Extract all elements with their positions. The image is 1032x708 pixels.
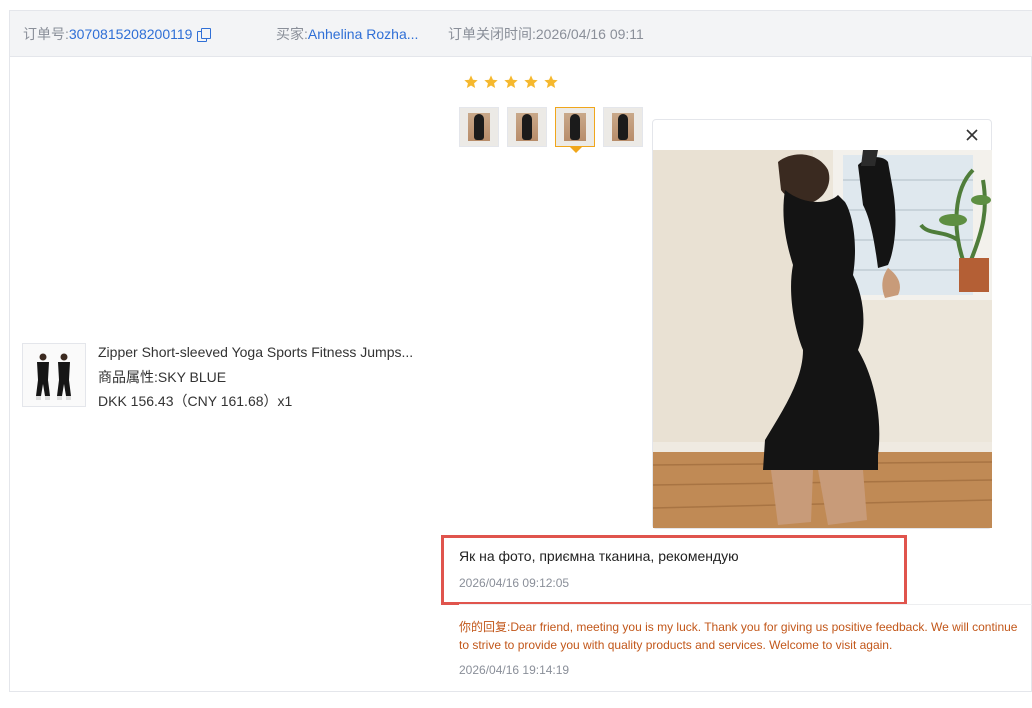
order-close-time: 订单关闭时间:2026/04/16 09:11: [448, 26, 644, 42]
reply-label: 你的回复:: [459, 620, 511, 634]
thumbnail-figure: [522, 114, 532, 140]
thumbnail-figure: [474, 114, 484, 140]
order-review-card: 订单号:3070815208200119 买家:Anhelina Rozha..…: [9, 10, 1032, 692]
buyer-name-link[interactable]: Anhelina Rozha...: [308, 26, 419, 42]
review-thumbnail-2[interactable]: [507, 107, 547, 147]
review-time: 2026/04/16 09:12:05: [459, 576, 570, 590]
thumbnail-figure: [570, 114, 580, 140]
order-number-group: 订单号:3070815208200119: [23, 26, 212, 42]
copy-icon[interactable]: [197, 28, 212, 42]
star-icon: [523, 74, 539, 90]
rating-stars: [463, 74, 563, 90]
order-number-label: 订单号:: [23, 26, 69, 42]
product-price: DKK 156.43（CNY 161.68）x1: [98, 393, 293, 409]
review-highlight-box: [441, 535, 907, 605]
buyer-label: 买家:: [276, 26, 308, 42]
photo-preview-popup: [652, 119, 992, 529]
product-attribute: 商品属性:SKY BLUE: [98, 369, 227, 385]
seller-reply: 你的回复:Dear friend, meeting you is my luck…: [459, 618, 1019, 654]
product-title[interactable]: Zipper Short-sleeved Yoga Sports Fitness…: [98, 344, 428, 360]
star-icon: [463, 74, 479, 90]
star-icon: [503, 74, 519, 90]
close-icon[interactable]: [963, 126, 981, 144]
order-number-link[interactable]: 3070815208200119: [69, 26, 193, 42]
reply-text: Dear friend, meeting you is my luck. Tha…: [459, 620, 1018, 652]
thumbnail-figure: [618, 114, 628, 140]
star-icon: [543, 74, 559, 90]
buyer-group: 买家:Anhelina Rozha...: [276, 26, 418, 42]
product-figures: [23, 344, 85, 406]
review-thumbnail-1[interactable]: [459, 107, 499, 147]
review-text: Як на фото, приємна тканина, рекомендую: [459, 548, 739, 564]
product-image[interactable]: [22, 343, 86, 407]
selected-thumbnail-indicator: [570, 147, 582, 153]
reply-time: 2026/04/16 19:14:19: [459, 663, 570, 677]
review-thumbnail-3[interactable]: [555, 107, 595, 147]
star-icon: [483, 74, 499, 90]
order-header: 订单号:3070815208200119 买家:Anhelina Rozha..…: [10, 11, 1032, 57]
review-photo-large: [653, 150, 992, 528]
review-thumbnail-4[interactable]: [603, 107, 643, 147]
reply-divider: [459, 604, 1032, 605]
